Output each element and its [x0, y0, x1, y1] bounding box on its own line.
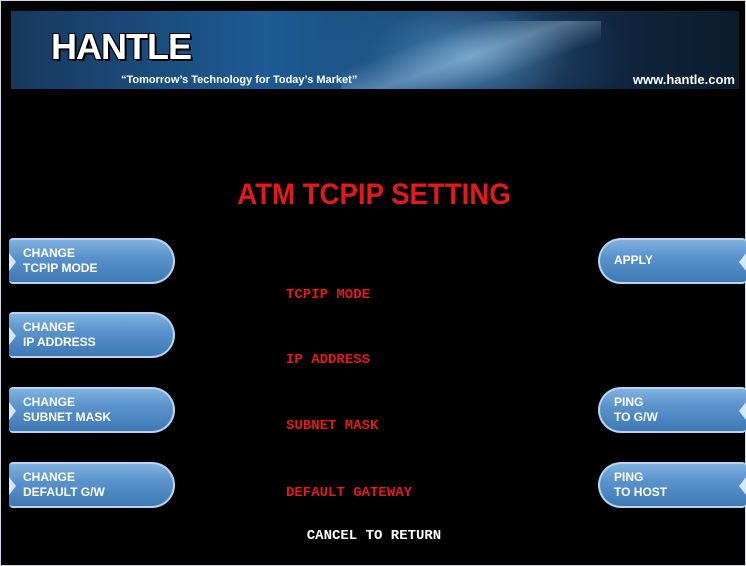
header-banner: HANTLE “Tomorrow’s Technology for Today’…	[11, 11, 739, 89]
website-url: www.hantle.com	[632, 72, 735, 87]
change-default-gw-button[interactable]: CHANGE DEFAULT G/W	[9, 462, 175, 508]
tagline: “Tomorrow’s Technology for Today’s Marke…	[121, 74, 358, 86]
ping-host-button[interactable]: PING TO HOST	[598, 462, 746, 508]
button-label-line2: SUBNET MASK	[23, 410, 112, 424]
change-subnet-mask-button[interactable]: CHANGE SUBNET MASK	[9, 387, 175, 433]
cancel-instruction: CANCEL TO RETURN	[306, 528, 442, 544]
change-tcpip-mode-button[interactable]: CHANGE TCPIP MODE	[9, 238, 175, 284]
button-label-line1: PING	[614, 395, 644, 409]
button-label-line2: TO HOST	[614, 485, 668, 499]
button-label-line1: PING	[614, 470, 644, 484]
button-label-line1: APPLY	[614, 253, 653, 267]
button-label-line1: CHANGE	[23, 395, 76, 409]
ping-gateway-button[interactable]: PING TO G/W	[598, 387, 746, 433]
button-label-line2: IP ADDRESS	[23, 335, 96, 349]
button-label-line1: CHANGE	[23, 320, 76, 334]
default-gateway-label: DEFAULT GATEWAY	[286, 485, 413, 501]
tcpip-mode-label: TCPIP MODE	[286, 287, 371, 303]
atm-screen: HANTLE “Tomorrow’s Technology for Today’…	[0, 0, 746, 566]
hantle-logo: HANTLE	[51, 26, 192, 67]
button-label-line2: TO G/W	[614, 410, 658, 424]
button-label-line1: CHANGE	[23, 470, 76, 484]
button-label-line2: DEFAULT G/W	[23, 485, 105, 499]
button-label-line1: CHANGE	[23, 246, 76, 260]
button-label-line2: TCPIP MODE	[23, 261, 98, 275]
apply-button[interactable]: APPLY	[598, 238, 746, 284]
subnet-mask-label: SUBNET MASK	[286, 418, 379, 434]
screen-title: ATM TCPIP SETTING	[237, 178, 511, 211]
banner-streak	[341, 21, 601, 89]
ip-address-label: IP ADDRESS	[286, 352, 371, 368]
change-ip-address-button[interactable]: CHANGE IP ADDRESS	[9, 312, 175, 358]
